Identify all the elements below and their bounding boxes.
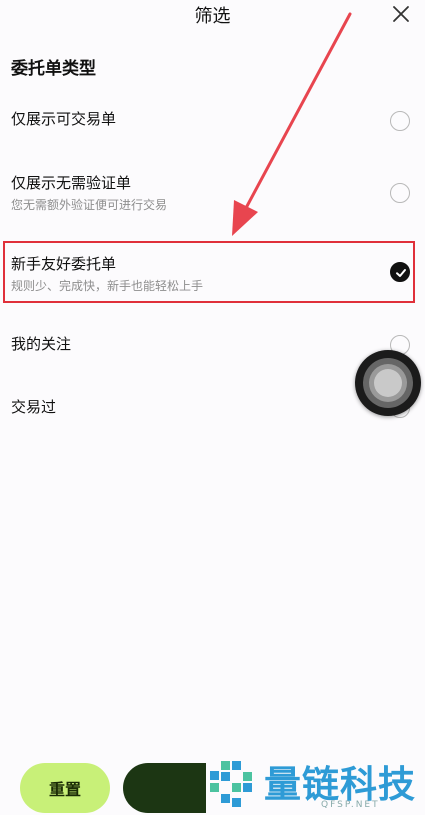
radio-button[interactable] bbox=[390, 183, 410, 203]
watermark: 量链科技 QFSP.NET bbox=[206, 752, 425, 815]
option-label: 仅展示可交易单 bbox=[11, 110, 117, 128]
section-title: 委托单类型 bbox=[11, 59, 96, 79]
close-icon[interactable] bbox=[391, 4, 411, 24]
option-following[interactable]: 我的关注 bbox=[0, 325, 425, 365]
watermark-url: QFSP.NET bbox=[321, 800, 380, 810]
floating-assistive-button[interactable] bbox=[355, 350, 421, 416]
option-label: 仅展示无需验证单 bbox=[11, 174, 132, 192]
option-label: 我的关注 bbox=[11, 335, 72, 353]
radio-button[interactable] bbox=[390, 111, 410, 131]
option-label: 交易过 bbox=[11, 398, 57, 416]
option-tradable-only[interactable]: 仅展示可交易单 bbox=[0, 100, 425, 144]
page-title: 筛选 bbox=[194, 6, 231, 27]
reset-button[interactable]: 重置 bbox=[20, 763, 110, 813]
option-subtitle: 您无需额外验证便可进行交易 bbox=[11, 198, 168, 212]
highlight-box bbox=[3, 241, 415, 303]
header: 筛选 bbox=[0, 0, 425, 30]
watermark-logo-icon bbox=[210, 761, 252, 807]
option-no-verification[interactable]: 仅展示无需验证单 您无需额外验证便可进行交易 bbox=[0, 166, 425, 218]
